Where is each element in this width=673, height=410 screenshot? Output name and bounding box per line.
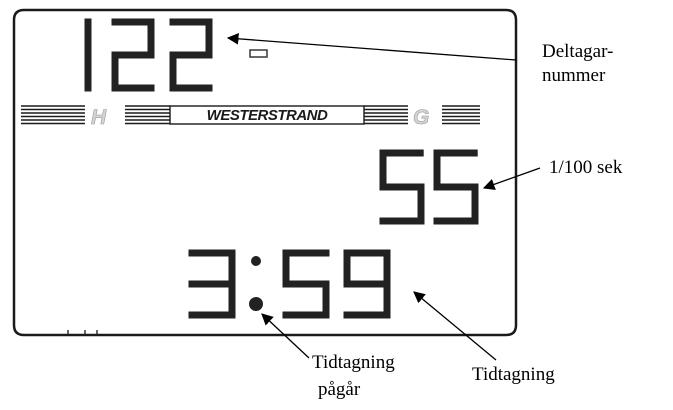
- label-competitor-number-line1: Deltagar-: [542, 41, 613, 62]
- label-timing-running-line1: Tidtagning: [312, 352, 395, 373]
- label-competitor-number-line2: nummer: [542, 65, 606, 86]
- label-timing-running-line2: pågår: [318, 379, 361, 400]
- colon-dot-top: [251, 256, 261, 266]
- colon-dot-bottom: [249, 297, 263, 311]
- left-letter: H: [91, 106, 107, 129]
- brand-name: WESTERSTRAND: [207, 107, 328, 124]
- label-timing: Tidtagning: [472, 364, 555, 385]
- minus-indicator: [249, 49, 268, 58]
- scoreboard-diagram: H WESTERSTRAND G Deltagar- nummer 1/100 …: [12, 8, 623, 400]
- label-hundredths: 1/100 sek: [549, 157, 623, 178]
- right-letter: G: [413, 106, 429, 129]
